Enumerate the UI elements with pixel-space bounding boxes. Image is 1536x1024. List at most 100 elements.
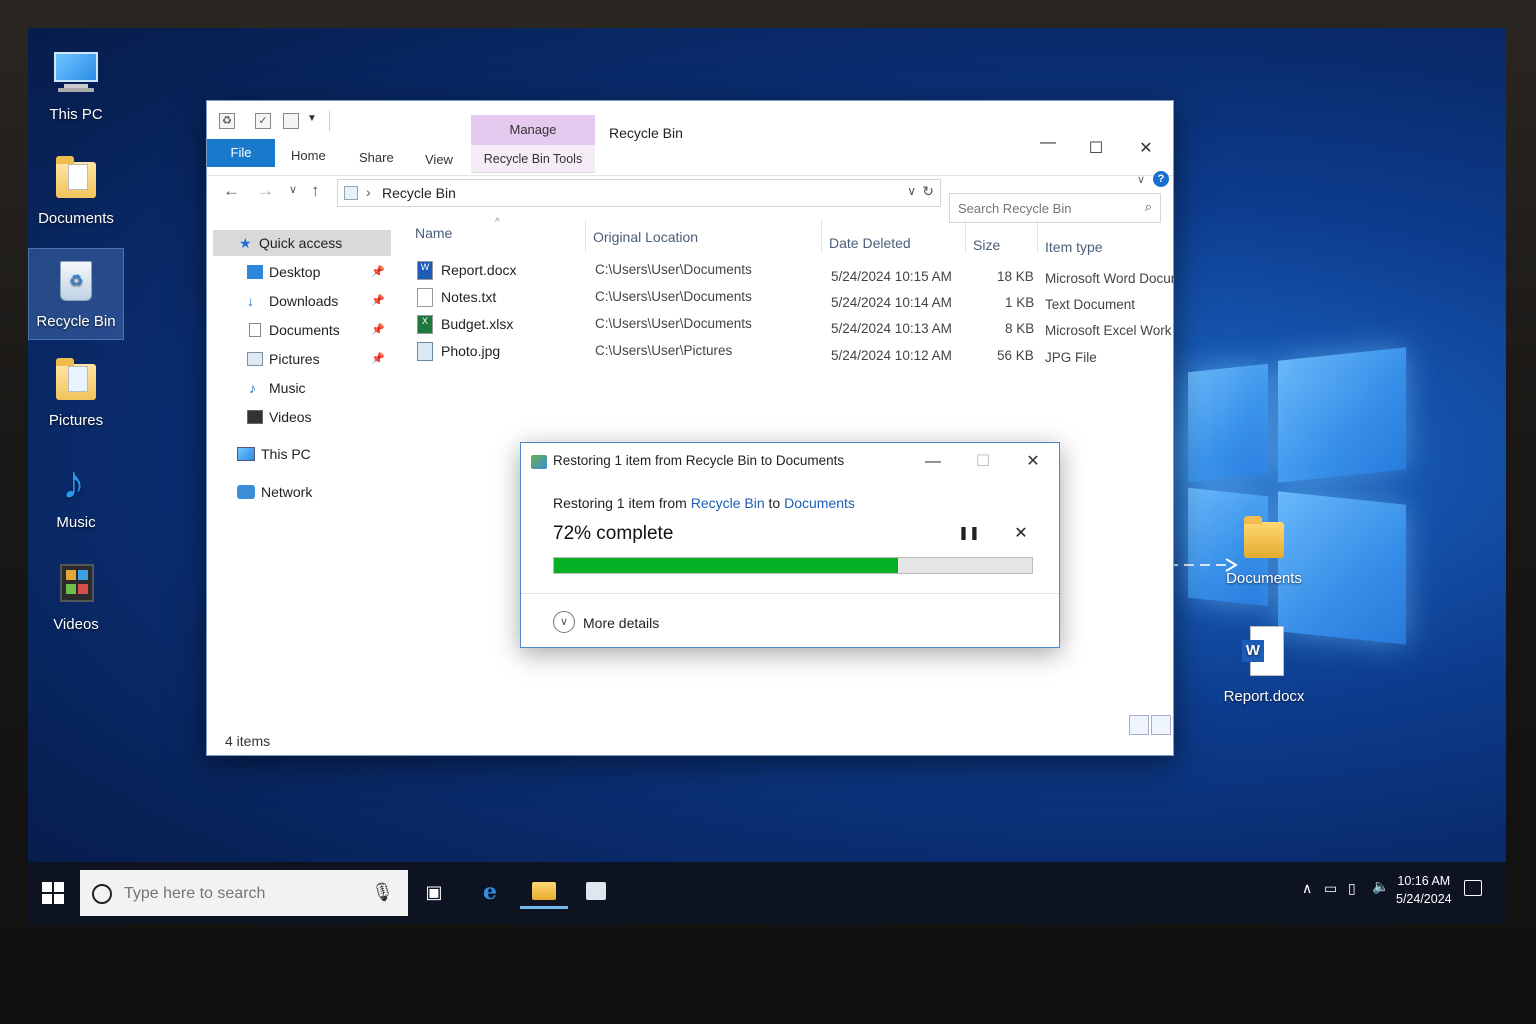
desktop-icon-pictures[interactable]: Pictures: [28, 354, 124, 444]
cancel-operation-button[interactable]: ✕: [1009, 523, 1033, 547]
desktop-icon-this-pc[interactable]: This PC: [28, 48, 124, 138]
desktop-icon: [247, 265, 263, 279]
desktop-icon-videos[interactable]: Videos: [28, 558, 124, 648]
column-header-item-type[interactable]: Item type: [1045, 239, 1103, 255]
breadcrumb-chevron-icon[interactable]: ›: [366, 184, 371, 200]
restore-progress-dialog: Restoring 1 item from Recycle Bin to Doc…: [520, 442, 1060, 648]
nav-item-documents[interactable]: Documents 📌: [213, 317, 391, 343]
desktop-icon-label: Pictures: [48, 412, 104, 429]
pause-button[interactable]: ❚❚: [957, 525, 981, 547]
tab-home[interactable]: Home: [291, 145, 326, 167]
nav-item-music[interactable]: ♪ Music: [213, 375, 391, 401]
desktop-icon-label: Music: [56, 514, 96, 531]
volume-icon[interactable]: 🔈: [1372, 878, 1389, 895]
recycle-bin-small-icon[interactable]: ♻: [219, 113, 235, 129]
view-toggle: [1127, 715, 1171, 740]
pictures-folder-icon: [50, 354, 102, 406]
table-row[interactable]: Notes.txt C:\Users\User\Documents 5/24/2…: [403, 284, 1175, 312]
search-input[interactable]: [958, 199, 1128, 217]
documents-folder-icon: [1238, 512, 1290, 564]
videos-icon: [247, 410, 263, 424]
desktop-icon-documents-target[interactable]: Documents: [1216, 512, 1312, 602]
pin-icon[interactable]: 📌: [371, 346, 385, 372]
dialog-close-button[interactable]: ✕: [1013, 449, 1053, 475]
new-folder-icon[interactable]: [283, 113, 299, 129]
breadcrumb[interactable]: Recycle Bin: [382, 185, 456, 201]
help-icon[interactable]: ?: [1153, 171, 1169, 187]
desktop-icon-documents[interactable]: Documents: [28, 152, 124, 242]
column-header-name[interactable]: Name: [415, 225, 452, 241]
nav-item-this-pc[interactable]: This PC: [213, 441, 391, 467]
destination-link[interactable]: Documents: [784, 495, 855, 511]
pin-icon[interactable]: 📌: [371, 259, 385, 285]
word-document-icon: W: [417, 261, 433, 280]
status-bar-item-count: 4 items: [225, 733, 271, 749]
source-link[interactable]: Recycle Bin: [691, 495, 765, 511]
taskbar: 🎙 ▣ e ∧ ▭ ▯ 🔈 10:16 AM 5/24/2024: [28, 862, 1506, 924]
desktop-icon-label: Videos: [53, 616, 99, 633]
system-clock[interactable]: 10:16 AM 5/24/2024: [1396, 872, 1452, 908]
music-note-icon: ♪: [62, 456, 85, 508]
tab-manage[interactable]: Manage: [471, 115, 595, 145]
download-arrow-icon: ↓: [247, 293, 254, 309]
back-arrow-icon[interactable]: ←: [223, 181, 240, 201]
desktop-icon-recycle-bin[interactable]: ♻ Recycle Bin: [28, 248, 124, 340]
recycle-bin-tools-label: Recycle Bin Tools: [471, 145, 595, 173]
dialog-minimize-button[interactable]: —: [913, 449, 953, 475]
network-tray-icon[interactable]: ▭: [1324, 880, 1337, 897]
search-icon[interactable]: ⌕: [1145, 199, 1152, 215]
tab-view[interactable]: View: [425, 149, 453, 171]
edge-browser-icon[interactable]: e: [468, 872, 512, 912]
table-row[interactable]: X Budget.xlsx C:\Users\User\Documents 5/…: [403, 311, 1175, 338]
microphone-icon[interactable]: 🎙: [371, 882, 394, 903]
desktop-icon-report-docx[interactable]: W Report.docx: [1216, 622, 1312, 712]
pin-icon[interactable]: 📌: [371, 317, 385, 343]
action-center-icon[interactable]: [1464, 880, 1482, 896]
start-button[interactable]: [42, 882, 64, 904]
desktop-icon-music[interactable]: ♪ Music: [28, 456, 124, 546]
nav-item-downloads[interactable]: ↓ Downloads 📌: [213, 288, 391, 314]
nav-item-desktop[interactable]: Desktop 📌: [213, 259, 391, 285]
properties-icon[interactable]: ✓: [255, 113, 271, 129]
tab-share[interactable]: Share: [359, 147, 394, 169]
chevron-down-icon: ∨: [553, 611, 575, 633]
nav-item-videos[interactable]: Videos: [213, 404, 391, 430]
pictures-icon: [247, 352, 263, 366]
column-header-size[interactable]: Size: [973, 237, 1000, 253]
nav-item-network[interactable]: Network: [213, 479, 391, 505]
forward-arrow-icon[interactable]: →: [257, 181, 274, 201]
tab-file[interactable]: File: [207, 139, 275, 167]
taskbar-search-input[interactable]: [124, 883, 374, 905]
desktop-icon-label: Documents: [38, 210, 114, 227]
show-hidden-icons-chevron-icon[interactable]: ∧: [1302, 880, 1312, 897]
refresh-icon[interactable]: ↻: [922, 183, 934, 200]
table-row[interactable]: Photo.jpg C:\Users\User\Pictures 5/24/20…: [403, 338, 1175, 365]
more-details-button[interactable]: ∨ More details: [553, 611, 659, 635]
column-header-date-deleted[interactable]: Date Deleted: [829, 235, 911, 251]
address-dropdown-icon[interactable]: ∨: [907, 184, 916, 198]
task-view-icon[interactable]: ▣: [412, 872, 456, 912]
pin-icon[interactable]: 📌: [371, 288, 385, 314]
close-button[interactable]: ✕: [1123, 135, 1169, 163]
nav-item-quick-access[interactable]: ★ Quick access: [213, 230, 391, 256]
ribbon-expand-chevron-icon[interactable]: ∨: [1137, 173, 1145, 186]
quick-access-dropdown-icon[interactable]: ▼: [307, 113, 317, 124]
up-arrow-icon[interactable]: ↑: [311, 181, 320, 201]
taskbar-search-box[interactable]: 🎙: [80, 870, 408, 916]
recycle-bin-icon: ♻: [50, 255, 102, 307]
network-icon: [237, 485, 255, 499]
maximize-button[interactable]: ☐: [1073, 135, 1119, 163]
store-icon[interactable]: [574, 872, 618, 912]
minimize-button[interactable]: —: [1025, 129, 1071, 157]
recent-locations-chevron-icon[interactable]: ∨: [289, 183, 297, 196]
details-view-icon[interactable]: [1129, 715, 1149, 735]
address-bar[interactable]: › Recycle Bin ∨ ↻: [337, 179, 941, 207]
large-icons-view-icon[interactable]: [1151, 715, 1171, 735]
nav-item-pictures[interactable]: Pictures 📌: [213, 346, 391, 372]
this-pc-icon: [50, 48, 102, 100]
file-transfer-icon: [531, 455, 547, 469]
battery-icon[interactable]: ▯: [1348, 880, 1356, 897]
table-row[interactable]: W Report.docx C:\Users\User\Documents 5/…: [403, 257, 1175, 286]
desktop-icon-label: Documents: [1226, 570, 1302, 587]
column-header-original-location[interactable]: Original Location: [593, 229, 698, 245]
